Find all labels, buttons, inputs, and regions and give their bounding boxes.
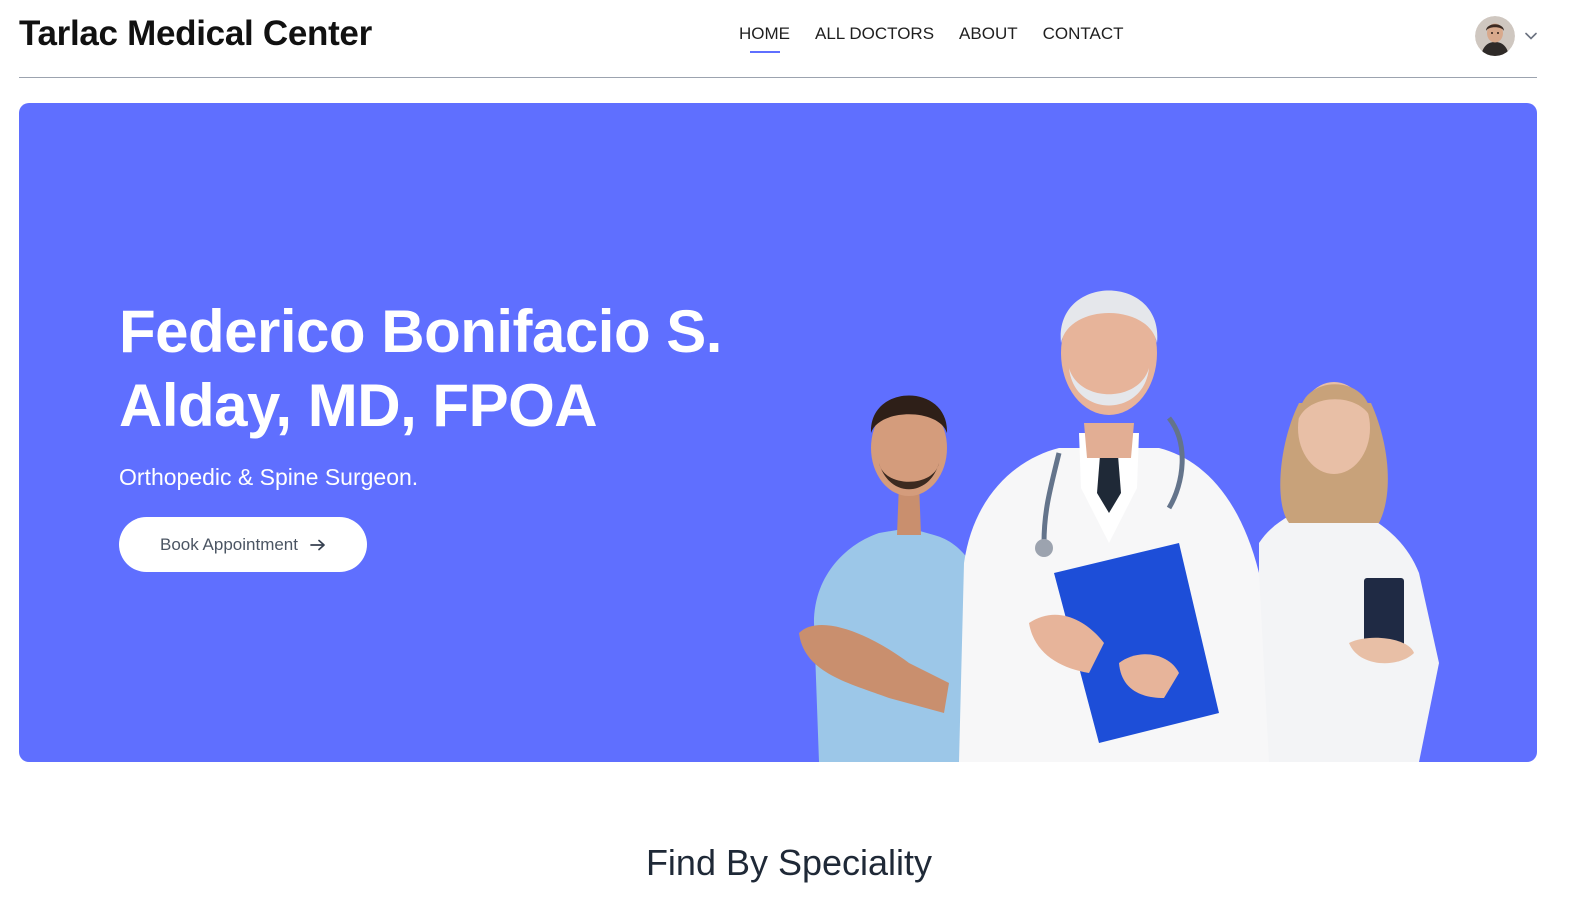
nav-link-all-doctors[interactable]: ALL DOCTORS bbox=[815, 24, 934, 44]
book-appointment-button[interactable]: Book Appointment bbox=[119, 517, 367, 572]
doctor-right-figure bbox=[1259, 382, 1439, 762]
nav-link-home-label: HOME bbox=[739, 24, 790, 43]
hero-specialty: Orthopedic & Spine Surgeon. bbox=[119, 464, 419, 490]
doctors-group-image bbox=[799, 290, 1439, 762]
nav-link-contact[interactable]: CONTACT bbox=[1043, 24, 1124, 44]
main-nav: HOME ALL DOCTORS ABOUT CONTACT bbox=[739, 24, 1124, 53]
find-by-speciality-heading: Find By Speciality bbox=[645, 842, 933, 883]
nav-link-about-label: ABOUT bbox=[959, 24, 1018, 43]
user-avatar[interactable] bbox=[1475, 16, 1515, 56]
nav-link-home[interactable]: HOME bbox=[739, 24, 790, 53]
profile-menu[interactable] bbox=[1475, 16, 1537, 56]
book-appointment-label: Book Appointment bbox=[160, 534, 298, 554]
chevron-down-icon[interactable] bbox=[1525, 32, 1537, 40]
brand-logo-text[interactable]: Tarlac Medical Center bbox=[19, 14, 372, 54]
hero-doctor-name: Federico Bonifacio S. Alday, MD, FPOA bbox=[119, 298, 722, 439]
hero-banner: Federico Bonifacio S. Alday, MD, FPOA Or… bbox=[19, 103, 1537, 762]
arrow-right-icon bbox=[310, 539, 325, 550]
top-navbar: Tarlac Medical Center HOME ALL DOCTORS A… bbox=[19, 0, 1537, 78]
active-nav-indicator bbox=[749, 51, 780, 53]
nav-link-about[interactable]: ABOUT bbox=[959, 24, 1018, 44]
nav-link-contact-label: CONTACT bbox=[1042, 24, 1124, 43]
doctor-center-figure bbox=[959, 290, 1269, 762]
nav-link-all-doctors-label: ALL DOCTORS bbox=[815, 24, 935, 43]
